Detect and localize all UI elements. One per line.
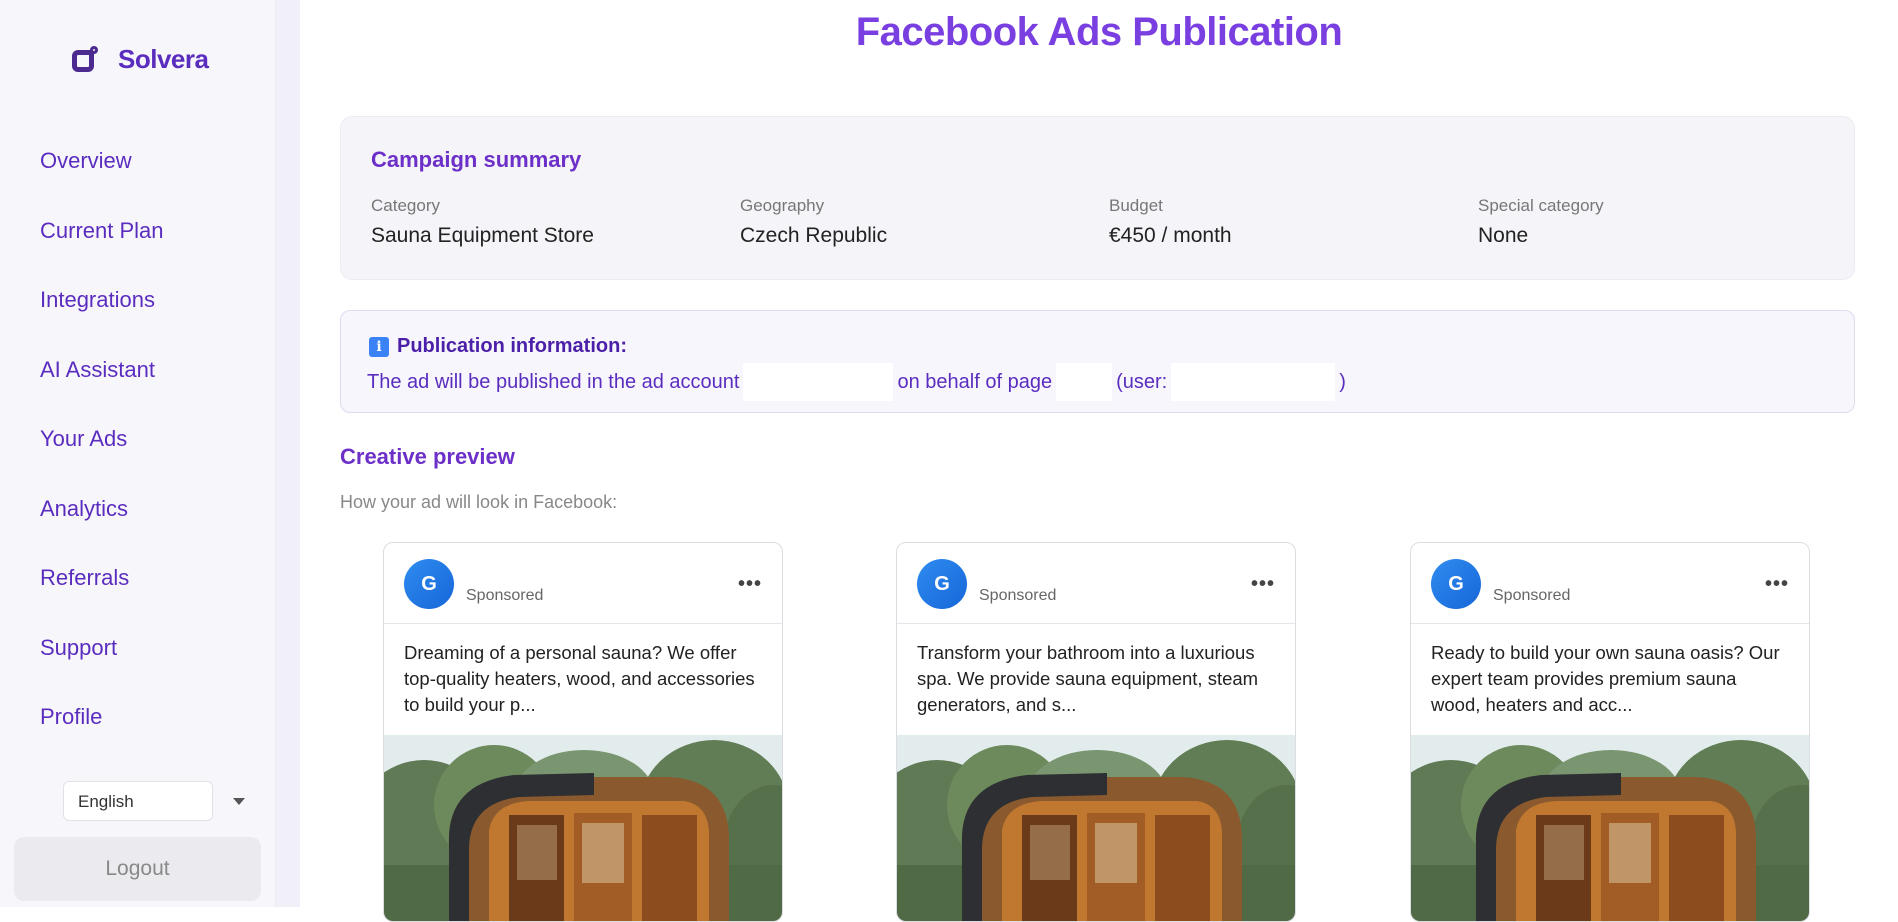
publication-text-account: The ad will be published in the ad accou… — [367, 370, 740, 393]
ad-primary-text: Dreaming of a personal sauna? We offer t… — [404, 642, 755, 715]
ad-image — [1411, 735, 1809, 921]
summary-field-geography: Geography Czech Republic — [740, 196, 887, 248]
page-avatar[interactable]: G — [917, 559, 967, 609]
summary-field-category: Category Sauna Equipment Store — [371, 196, 594, 248]
publication-text-page: on behalf of page — [897, 370, 1053, 393]
app-logo[interactable]: Solvera — [70, 44, 209, 75]
page-title: Facebook Ads Publication — [855, 10, 1343, 54]
chevron-down-icon[interactable] — [233, 798, 245, 805]
sidebar-item-referrals[interactable]: Referrals — [40, 565, 164, 635]
sponsored-label: Sponsored — [466, 587, 544, 604]
sidebar-nav: Overview Current Plan Integrations AI As… — [40, 148, 164, 774]
ad-preview-card: G Sponsored ••• Ready to build your own … — [1410, 542, 1810, 922]
summary-label: Category — [371, 196, 440, 215]
info-icon: i — [369, 336, 389, 357]
ad-preview-card: G Sponsored ••• Transform your bathroom … — [896, 542, 1296, 922]
language-select[interactable]: English — [63, 781, 213, 821]
summary-label: Budget — [1109, 196, 1163, 215]
sponsored-label: Sponsored — [1493, 587, 1571, 604]
sidebar-item-profile[interactable]: Profile — [40, 704, 164, 774]
sidebar: Solvera Overview Current Plan Integratio… — [0, 0, 276, 907]
sidebar-item-integrations[interactable]: Integrations — [40, 287, 164, 357]
ad-card-header: G Sponsored ••• — [384, 543, 782, 624]
publication-info-text: The ad will be published in the ad accou… — [367, 363, 1346, 401]
sidebar-item-ai-assistant[interactable]: AI Assistant — [40, 357, 164, 427]
more-horizontal-icon[interactable]: ••• — [1251, 573, 1275, 596]
publication-text-user: (user: — [1116, 370, 1168, 393]
creative-preview-title: Creative preview — [340, 444, 515, 469]
publication-text-close: ) — [1339, 370, 1346, 393]
logout-button[interactable]: Logout — [14, 837, 261, 901]
page-name-redacted[interactable] — [1493, 561, 1553, 575]
page-avatar[interactable]: G — [404, 559, 454, 609]
creative-preview-subtitle: How your ad will look in Facebook: — [340, 492, 618, 512]
summary-label: Geography — [740, 196, 825, 215]
solvera-logo-icon — [70, 45, 98, 74]
ad-primary-text: Transform your bathroom into a luxurious… — [917, 642, 1259, 715]
publication-info-title: Publication information: — [397, 335, 627, 357]
summary-field-special-category: Special category None — [1478, 196, 1604, 248]
ad-preview-card: G Sponsored ••• Dreaming of a personal s… — [383, 542, 783, 922]
redacted-ad-account — [743, 363, 894, 401]
ad-card-header: G Sponsored ••• — [1411, 543, 1809, 624]
campaign-summary-panel: Campaign summary Category Sauna Equipmen… — [340, 116, 1855, 280]
campaign-summary-title: Campaign summary — [371, 147, 582, 172]
sidebar-item-your-ads[interactable]: Your Ads — [40, 426, 164, 496]
app-name: Solvera — [118, 44, 209, 74]
summary-value: Sauna Equipment Store — [371, 224, 594, 247]
page-name-redacted[interactable] — [979, 561, 1039, 575]
summary-label: Special category — [1478, 196, 1604, 215]
sponsored-label: Sponsored — [979, 587, 1057, 604]
page-avatar[interactable]: G — [1431, 559, 1481, 609]
ad-primary-text: Ready to build your own sauna oasis? Our… — [1431, 642, 1780, 715]
publication-info-panel: i Publication information: The ad will b… — [340, 310, 1855, 413]
summary-value: Czech Republic — [740, 224, 888, 247]
summary-value: €450 / month — [1109, 224, 1232, 247]
ad-card-header: G Sponsored ••• — [897, 543, 1295, 624]
ad-image — [384, 735, 782, 921]
redacted-user-name — [1171, 363, 1336, 401]
page-name-redacted[interactable] — [466, 561, 526, 575]
ad-image — [897, 735, 1295, 921]
summary-field-budget: Budget €450 / month — [1109, 196, 1232, 248]
sidebar-item-overview[interactable]: Overview — [40, 148, 164, 218]
sidebar-item-current-plan[interactable]: Current Plan — [40, 218, 164, 288]
more-horizontal-icon[interactable]: ••• — [1765, 573, 1789, 596]
sidebar-item-support[interactable]: Support — [40, 635, 164, 705]
redacted-page-name — [1056, 363, 1113, 401]
summary-value: None — [1478, 224, 1529, 247]
sidebar-divider — [276, 0, 300, 907]
more-horizontal-icon[interactable]: ••• — [738, 573, 762, 596]
sidebar-item-analytics[interactable]: Analytics — [40, 496, 164, 566]
